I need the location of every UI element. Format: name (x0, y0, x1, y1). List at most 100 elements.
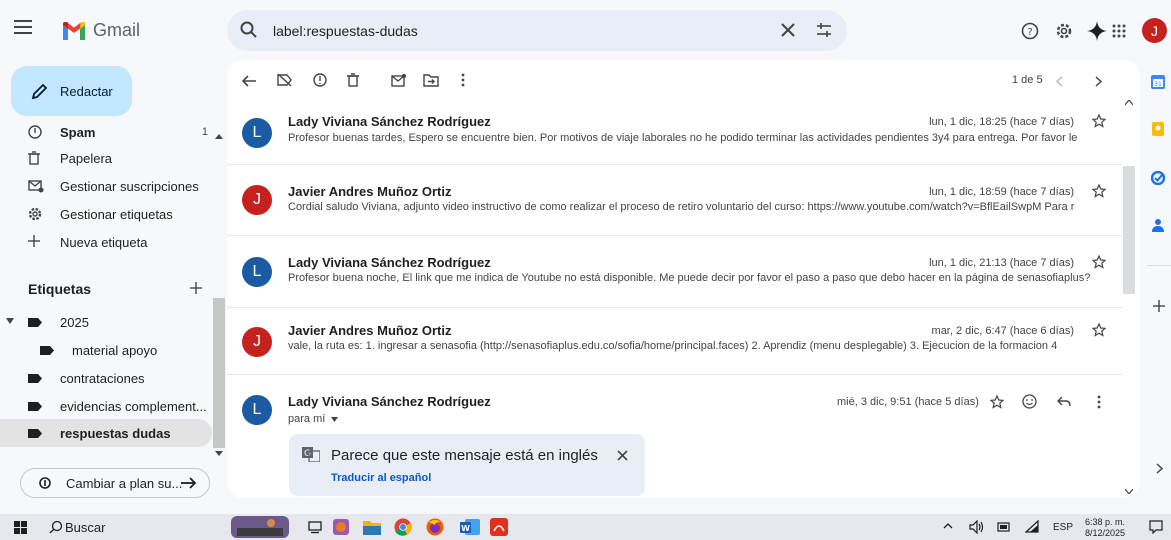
recipient-text[interactable]: para mí (288, 413, 339, 425)
tasks-icon[interactable] (1151, 171, 1165, 185)
file-explorer-icon[interactable] (363, 519, 381, 535)
gemini-icon[interactable] (1087, 21, 1107, 41)
search-icon[interactable] (240, 21, 258, 39)
message-snippet: Cordial saludo Viviana, adjunto video in… (288, 201, 1075, 213)
chrome-icon[interactable] (394, 518, 412, 536)
star-icon[interactable] (1092, 255, 1106, 269)
expand-side-panel-icon[interactable] (1156, 463, 1163, 474)
message-item[interactable]: J Javier Andres Muñoz Ortiz lun, 1 dic, … (227, 165, 1122, 236)
scroll-up-icon[interactable] (1125, 100, 1133, 105)
windows-start-icon[interactable] (14, 521, 27, 534)
sidebar-item-spam[interactable]: Spam 1 (0, 118, 212, 146)
emoji-reaction-icon[interactable] (1022, 394, 1037, 409)
word-icon[interactable]: W (460, 518, 480, 536)
mark-unread-icon[interactable] (391, 73, 407, 87)
reply-icon[interactable] (1057, 396, 1071, 407)
apps-grid-icon[interactable] (1112, 24, 1126, 38)
account-avatar[interactable]: J (1142, 18, 1167, 43)
battery-icon[interactable] (997, 521, 1011, 533)
chevron-up-icon[interactable] (943, 523, 953, 529)
volume-icon[interactable] (969, 520, 985, 534)
conversation-scrollbar[interactable] (1121, 96, 1137, 498)
weather-widget-icon[interactable] (231, 516, 289, 538)
message-date: lun, 1 dic, 18:25 (hace 7 días) (929, 116, 1074, 128)
star-icon[interactable] (990, 395, 1004, 409)
sidebar-label-evidencias[interactable]: evidencias complement... (0, 392, 212, 420)
label-tag-icon (28, 402, 42, 411)
move-to-icon[interactable] (423, 73, 439, 87)
taskbar-search-label: Buscar (65, 519, 106, 535)
close-icon[interactable] (781, 23, 795, 37)
sidebar-item-label: contrataciones (60, 370, 145, 386)
app-name: Gmail (93, 20, 141, 40)
taskbar-search[interactable]: Buscar (45, 514, 105, 540)
sidebar-scrollbar[interactable] (212, 118, 227, 456)
star-icon[interactable] (1092, 184, 1106, 198)
message-item[interactable]: L Lady Viviana Sánchez Rodríguez lun, 1 … (227, 236, 1122, 308)
sidebar-item-new-label[interactable]: Nueva etiqueta (0, 228, 212, 256)
sidebar-label-material-apoyo[interactable]: material apoyo (0, 336, 212, 364)
scroll-down-icon[interactable] (1125, 489, 1133, 494)
sidebar-item-label: Nueva etiqueta (60, 234, 148, 250)
taskbar-clock[interactable]: 6:38 p. m. 8/12/2025 (1085, 517, 1125, 539)
message-item[interactable]: J Javier Andres Muñoz Ortiz mar, 2 dic, … (227, 308, 1122, 375)
gmail-logo[interactable]: Gmail (61, 20, 140, 41)
acrobat-icon[interactable] (490, 518, 508, 536)
sidebar-item-label: respuestas dudas (60, 425, 171, 441)
sender-avatar: L (242, 257, 272, 287)
compose-label: Redactar (60, 83, 113, 99)
keep-icon[interactable] (1151, 122, 1165, 136)
add-addon-icon[interactable] (1153, 300, 1165, 312)
more-options-icon[interactable] (461, 73, 465, 87)
sidebar-item-subscriptions[interactable]: Gestionar suscripciones (0, 172, 212, 200)
contacts-icon[interactable] (1152, 218, 1164, 232)
label-tag-icon (28, 374, 42, 383)
star-icon[interactable] (1092, 323, 1106, 337)
conversation-scroll-thumb[interactable] (1123, 166, 1135, 294)
top-bar: Gmail ? J (0, 0, 1171, 60)
settings-gear-icon[interactable] (1055, 22, 1073, 40)
wifi-icon[interactable] (1025, 520, 1039, 534)
sidebar-scroll-thumb[interactable] (213, 298, 225, 448)
scroll-up-icon[interactable] (215, 134, 223, 139)
sidebar-item-trash[interactable]: Papelera (0, 144, 212, 172)
sidebar-label-contrataciones[interactable]: contrataciones (0, 364, 212, 392)
message-more-icon[interactable] (1097, 395, 1101, 409)
sidebar-item-label: 2025 (60, 314, 89, 330)
message-item[interactable]: L Lady Viviana Sánchez Rodríguez lun, 1 … (227, 104, 1122, 165)
translate-link[interactable]: Traducir al español (331, 472, 431, 484)
task-view-icon[interactable] (308, 520, 322, 534)
plus-icon (28, 235, 40, 247)
sidebar-item-label: Gestionar etiquetas (60, 206, 173, 222)
sidebar-item-manage-labels[interactable]: Gestionar etiquetas (0, 200, 212, 228)
next-page-icon[interactable] (1095, 76, 1102, 87)
message-snippet: vale, la ruta es: 1. ingresar a senasofi… (288, 340, 1058, 352)
sidebar-label-respuestas-dudas[interactable]: respuestas dudas (0, 419, 212, 447)
recipient-details-icon[interactable] (331, 417, 339, 422)
sidebar-label-2025[interactable]: 2025 (0, 308, 212, 336)
upgrade-plan-button[interactable]: Cambiar a plan su... (20, 468, 210, 498)
message-date: lun, 1 dic, 21:13 (hace 7 días) (929, 257, 1074, 269)
star-icon[interactable] (1092, 114, 1106, 128)
side-divider (1147, 265, 1171, 266)
scroll-down-icon[interactable] (215, 451, 223, 456)
settings-icon (28, 207, 42, 221)
main-menu-icon[interactable] (14, 20, 36, 42)
calendar-icon[interactable]: 31 (1151, 75, 1165, 89)
delete-icon[interactable] (347, 73, 359, 87)
help-icon[interactable]: ? (1021, 22, 1039, 40)
remove-label-icon[interactable] (277, 73, 293, 87)
app-taskbar-icon[interactable] (332, 518, 350, 536)
caret-down-icon[interactable] (6, 318, 14, 324)
firefox-icon[interactable] (426, 518, 444, 536)
search-input[interactable] (273, 10, 753, 51)
previous-page-icon[interactable] (1056, 76, 1063, 87)
compose-button[interactable]: Redactar (11, 66, 132, 116)
notifications-icon[interactable] (1149, 520, 1163, 534)
close-icon[interactable] (617, 450, 628, 461)
input-language[interactable]: ESP (1053, 522, 1073, 533)
back-arrow-icon[interactable] (242, 75, 256, 87)
search-options-icon[interactable] (816, 22, 832, 38)
report-spam-icon[interactable] (313, 73, 327, 87)
add-label-icon[interactable] (190, 282, 202, 294)
